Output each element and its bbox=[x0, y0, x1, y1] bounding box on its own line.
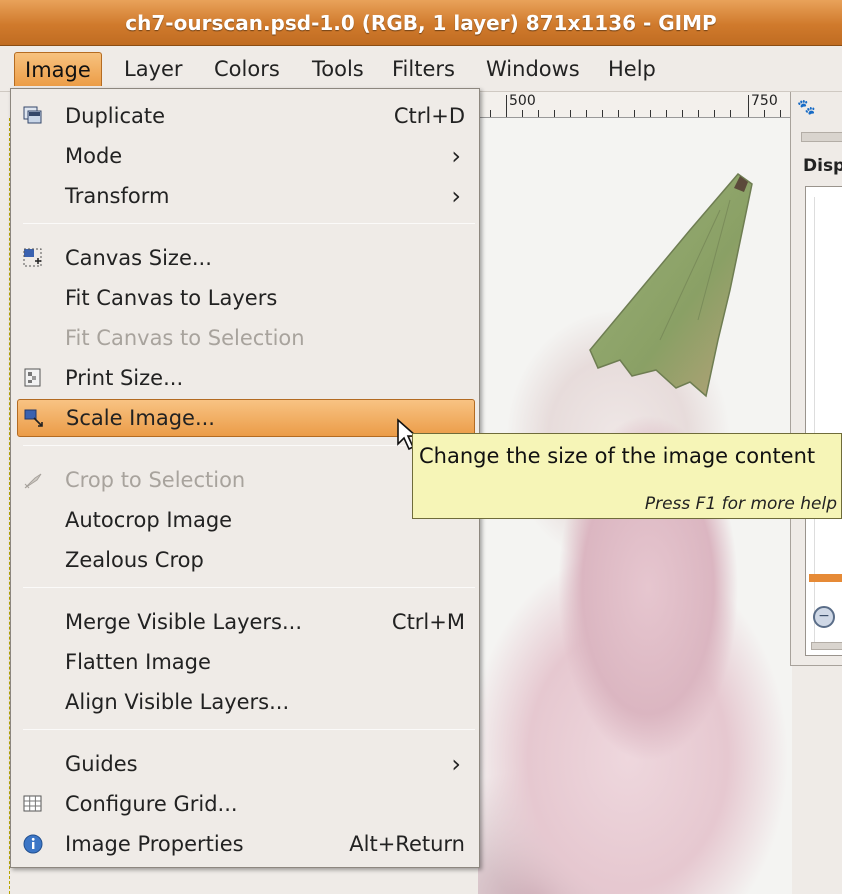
dock-progress bbox=[809, 574, 842, 582]
menu-windows[interactable]: Windows bbox=[476, 52, 590, 86]
menu-item-align-visible-layers[interactable]: Align Visible Layers... bbox=[17, 683, 475, 721]
tooltip: Change the size of the image content Pre… bbox=[412, 433, 842, 519]
menu-item-print-size[interactable]: Print Size... bbox=[17, 359, 475, 397]
menu-item-autocrop[interactable]: Autocrop Image bbox=[17, 501, 475, 539]
canvas-size-icon bbox=[23, 248, 42, 267]
crop-icon bbox=[24, 473, 42, 489]
menu-item-duplicate[interactable]: Duplicate Ctrl+D bbox=[17, 97, 475, 135]
menu-item-merge-visible-layers[interactable]: Merge Visible Layers... Ctrl+M bbox=[17, 603, 475, 641]
menu-item-configure-grid[interactable]: Configure Grid... bbox=[17, 785, 475, 823]
menu-filters[interactable]: Filters bbox=[382, 52, 465, 86]
horizontal-ruler[interactable]: 500 750 bbox=[478, 92, 792, 118]
menu-colors[interactable]: Colors bbox=[204, 52, 290, 86]
menu-item-zealous-crop[interactable]: Zealous Crop bbox=[17, 541, 475, 579]
duplicate-icon bbox=[23, 106, 42, 124]
scale-image-icon bbox=[24, 409, 43, 427]
menu-item-crop-to-selection: Crop to Selection bbox=[17, 461, 475, 499]
menu-item-mode[interactable]: Mode › bbox=[17, 137, 475, 175]
tooltip-help-text: Press F1 for more help bbox=[644, 494, 837, 514]
menu-image[interactable]: Image bbox=[14, 52, 102, 86]
menu-item-image-properties[interactable]: Image Properties Alt+Return bbox=[17, 825, 475, 863]
window-title: ch7-ourscan.psd-1.0 (RGB, 1 layer) 871x1… bbox=[0, 0, 842, 46]
dock-panel-title: Disp bbox=[803, 156, 842, 176]
submenu-arrow-icon: › bbox=[451, 142, 461, 170]
menu-item-fit-canvas-selection: Fit Canvas to Selection bbox=[65, 326, 305, 350]
menu-item-fit-canvas-layers[interactable]: Fit Canvas to Layers bbox=[17, 279, 475, 317]
dock-handle[interactable] bbox=[801, 132, 842, 142]
ruler-label-750: 750 bbox=[751, 93, 778, 109]
info-icon bbox=[23, 834, 43, 854]
menu-item-guides[interactable]: Guides › bbox=[17, 745, 475, 783]
menu-bar: Image Layer Colors Tools Filters Windows… bbox=[0, 46, 842, 92]
menu-item-canvas-size[interactable]: Canvas Size... bbox=[17, 239, 475, 277]
submenu-arrow-icon: › bbox=[451, 750, 461, 778]
flower-bud-image bbox=[589, 172, 753, 398]
zoom-out-icon[interactable]: − bbox=[813, 606, 835, 628]
submenu-arrow-icon: › bbox=[451, 182, 461, 210]
image-menu: Duplicate Ctrl+D Mode › Transform › Canv… bbox=[10, 88, 480, 868]
menu-layer[interactable]: Layer bbox=[114, 52, 193, 86]
grid-icon bbox=[23, 795, 42, 812]
dock-panel-area[interactable] bbox=[805, 186, 842, 656]
ruler-label-500: 500 bbox=[509, 93, 536, 109]
menu-item-transform[interactable]: Transform › bbox=[17, 177, 475, 215]
menu-item-flatten-image[interactable]: Flatten Image bbox=[17, 643, 475, 681]
menu-tools[interactable]: Tools bbox=[302, 52, 374, 86]
dock-scrollbar[interactable] bbox=[811, 642, 842, 650]
right-dock: 🐾 Disp − bbox=[790, 92, 842, 666]
tooltip-text: Change the size of the image content bbox=[419, 444, 816, 468]
selection-border bbox=[0, 118, 10, 894]
print-size-icon bbox=[24, 368, 41, 387]
wilber-icon: 🐾 bbox=[797, 98, 816, 116]
menu-help[interactable]: Help bbox=[598, 52, 666, 86]
